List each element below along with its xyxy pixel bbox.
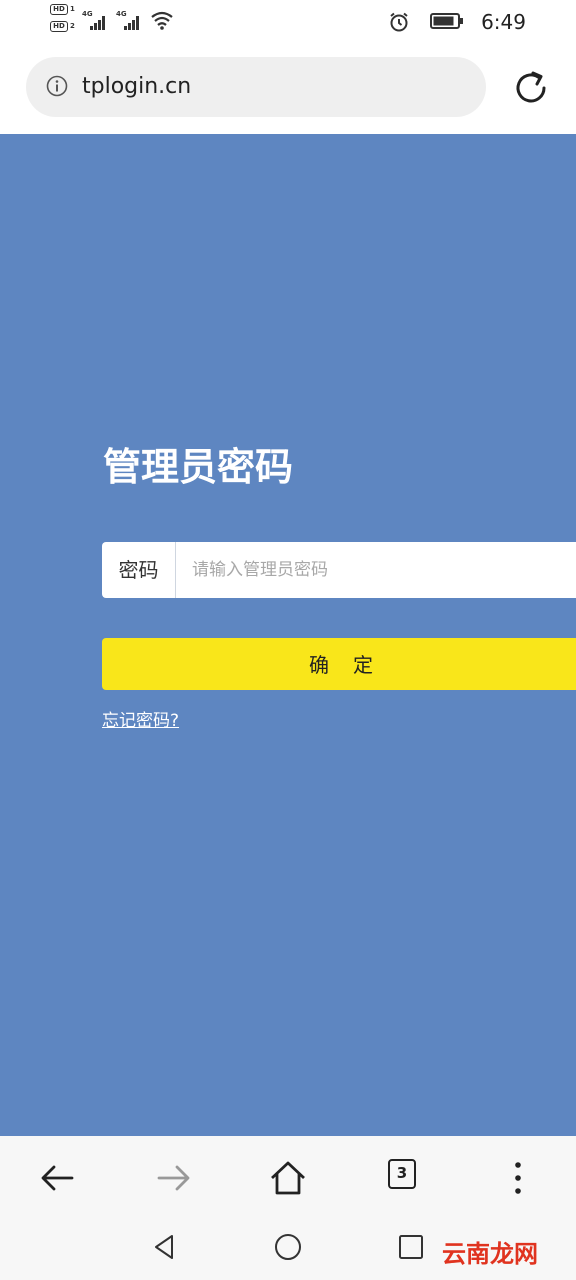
more-menu-icon[interactable] (498, 1158, 538, 1198)
browser-address-row: tplogin.cn (0, 44, 576, 134)
watermark-logo: 云南龙网 (442, 1240, 538, 1268)
alarm-icon (390, 12, 408, 32)
battery-icon (430, 13, 463, 29)
password-label: 密码 (102, 542, 176, 598)
clock-time: 6:49 (481, 10, 526, 34)
nav-recents-icon[interactable] (396, 1232, 426, 1262)
url-text[interactable]: tplogin.cn (82, 74, 191, 99)
refresh-icon[interactable] (511, 68, 551, 108)
info-icon[interactable] (46, 75, 68, 97)
tabs-button[interactable]: 3 (388, 1159, 416, 1189)
home-icon[interactable] (268, 1158, 308, 1198)
nav-home-icon[interactable] (273, 1232, 303, 1262)
login-page: 管理员密码 密码 确 定 忘记密码? (0, 134, 576, 1136)
hd-icon: HD (50, 4, 68, 15)
password-field-row: 密码 (102, 542, 576, 598)
password-input[interactable] (177, 542, 576, 598)
forgot-password-link[interactable]: 忘记密码? (102, 706, 179, 731)
wifi-icon (151, 11, 173, 30)
hd-icon-2: HD (50, 21, 68, 32)
browser-toolbar: 3 (0, 1136, 576, 1216)
address-bar[interactable]: tplogin.cn (26, 57, 486, 117)
status-bar: HD HD 1 2 4G 4G 6:49 (0, 0, 576, 44)
forward-arrow-icon[interactable] (153, 1158, 193, 1198)
back-arrow-icon[interactable] (38, 1158, 78, 1198)
page-title: 管理员密码 (103, 445, 294, 489)
nav-back-icon[interactable] (150, 1232, 180, 1262)
hd-voice-icons: HD HD 1 2 (50, 4, 78, 38)
confirm-button[interactable]: 确 定 (102, 638, 576, 690)
